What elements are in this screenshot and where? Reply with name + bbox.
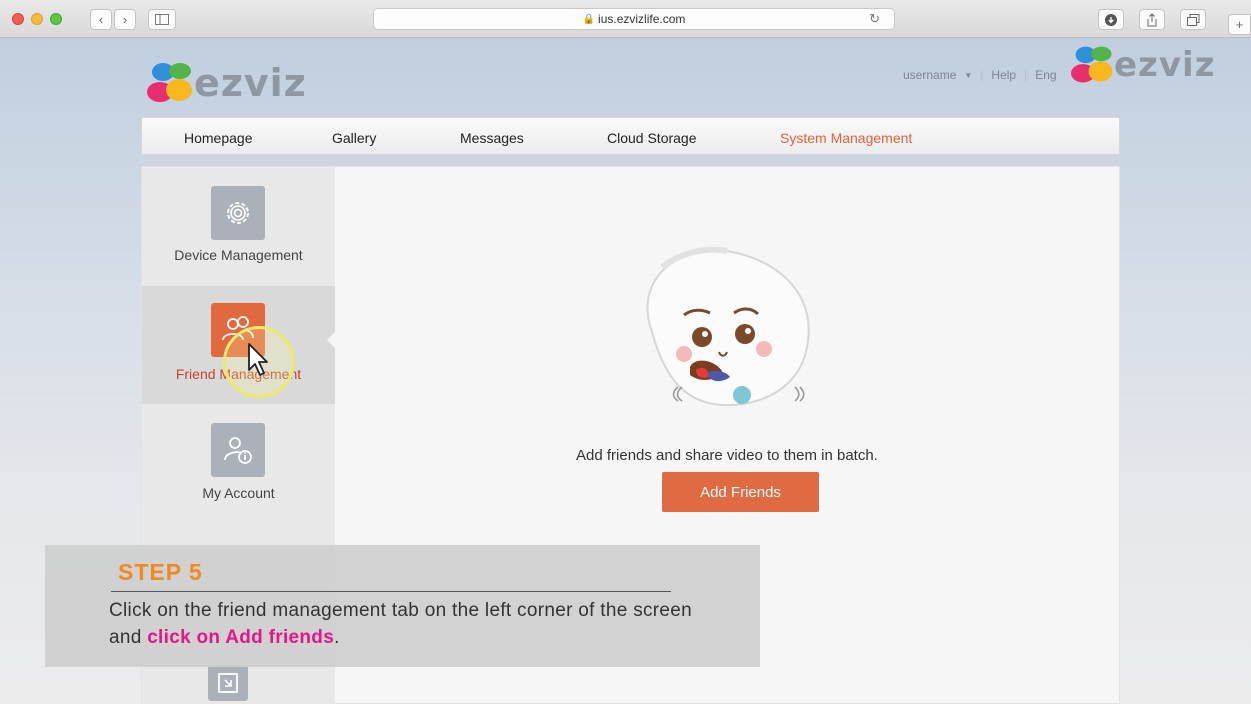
address-bar[interactable]: 🔒 ius.ezvizlife.com ↻ xyxy=(373,8,895,30)
sidebar-item-label: My Account xyxy=(202,485,275,501)
settings-icon xyxy=(208,665,248,701)
nav-gallery[interactable]: Gallery xyxy=(332,130,376,146)
step-text-highlight: click on Add friends xyxy=(147,627,335,648)
chevron-left-icon: ‹ xyxy=(98,12,104,27)
nav-messages[interactable]: Messages xyxy=(460,130,524,146)
logo-text: ezviz xyxy=(194,61,307,105)
divider: | xyxy=(1024,68,1028,82)
tabs-button[interactable] xyxy=(1180,9,1206,30)
browser-toolbar: ‹ › 🔒 ius.ezvizlife.com ↻ + xyxy=(0,0,1251,38)
step-text-end: . xyxy=(334,627,340,648)
sidebar-item-label: Device Management xyxy=(174,247,303,263)
ezviz-logo-icon xyxy=(147,63,192,102)
site-logo[interactable]: ezviz xyxy=(146,58,307,108)
share-button[interactable] xyxy=(1139,9,1165,30)
tutorial-step-overlay: STEP 5 Click on the friend management ta… xyxy=(45,545,760,667)
sidebar-icon xyxy=(155,14,169,25)
nav-system-management[interactable]: System Management xyxy=(780,130,912,146)
empty-state-illustration xyxy=(646,246,810,407)
plus-icon: + xyxy=(1235,17,1244,32)
ezviz-logo-icon xyxy=(1071,46,1113,83)
step-title: STEP 5 xyxy=(118,559,203,585)
main-nav: Homepage Gallery Messages Cloud Storage … xyxy=(141,117,1120,155)
back-button[interactable]: ‹ xyxy=(90,9,112,30)
watermark-logo: ezviz xyxy=(1070,42,1215,88)
sidebar-toggle-button[interactable] xyxy=(148,9,176,30)
share-icon xyxy=(1147,12,1157,26)
step-instructions: Click on the friend management tab on th… xyxy=(109,597,729,651)
lock-icon: 🔒 xyxy=(582,13,596,25)
downloads-button[interactable] xyxy=(1098,9,1124,30)
minimize-window-button[interactable] xyxy=(31,13,43,25)
sidebar-item-device-management[interactable]: Device Management xyxy=(142,167,335,285)
gear-icon xyxy=(211,186,265,240)
new-tab-button[interactable]: + xyxy=(1228,14,1251,35)
mouse-pointer-icon xyxy=(248,343,268,376)
zoom-window-button[interactable] xyxy=(50,13,62,25)
help-link[interactable]: Help xyxy=(991,68,1016,82)
active-indicator xyxy=(327,331,336,349)
chevron-down-icon: ▼ xyxy=(964,70,973,80)
reload-icon[interactable]: ↻ xyxy=(869,11,880,27)
tabs-icon xyxy=(1186,13,1199,26)
header-links: username ▼ | Help | Eng xyxy=(903,68,1057,82)
sidebar-item-my-account[interactable]: My Account xyxy=(142,405,335,523)
username-menu[interactable]: username xyxy=(903,68,956,82)
watermark-logo-text: ezviz xyxy=(1114,45,1216,85)
chevron-right-icon: › xyxy=(122,12,128,27)
nav-homepage[interactable]: Homepage xyxy=(184,130,253,146)
account-info-icon xyxy=(211,423,265,477)
close-window-button[interactable] xyxy=(12,13,24,25)
divider: | xyxy=(980,68,984,82)
empty-state-message: Add friends and share video to them in b… xyxy=(576,447,878,464)
download-icon xyxy=(1105,13,1117,26)
step-divider xyxy=(111,591,671,592)
url-text: ius.ezvizlife.com xyxy=(598,12,686,26)
language-link[interactable]: Eng xyxy=(1035,68,1056,82)
add-friends-button[interactable]: Add Friends xyxy=(662,472,819,512)
forward-button[interactable]: › xyxy=(114,9,136,30)
nav-cloud-storage[interactable]: Cloud Storage xyxy=(607,130,697,146)
